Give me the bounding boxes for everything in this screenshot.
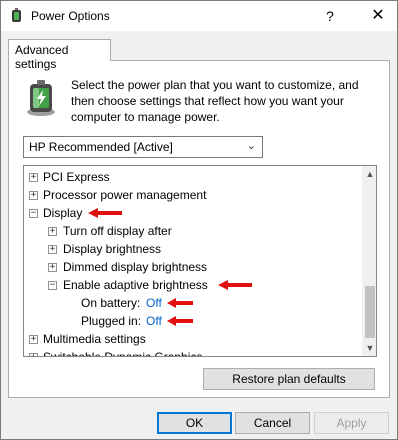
annotation-arrow-icon: [167, 316, 193, 326]
settings-tree: + PCI Express + Processor power manageme…: [23, 165, 377, 357]
apply-button[interactable]: Apply: [314, 412, 389, 434]
collapse-icon[interactable]: −: [48, 281, 57, 290]
tree-item-processor-power[interactable]: + Processor power management: [24, 186, 360, 204]
annotation-arrow-icon: [88, 208, 122, 218]
battery-plan-icon: [27, 80, 55, 116]
tree-item-display-brightness[interactable]: + Display brightness: [24, 240, 360, 258]
collapse-icon[interactable]: −: [29, 209, 38, 218]
restore-plan-defaults-button[interactable]: Restore plan defaults: [203, 368, 375, 390]
expand-icon[interactable]: +: [48, 245, 57, 254]
tree-item-display[interactable]: − Display: [24, 204, 360, 222]
tree-item-adaptive-brightness[interactable]: − Enable adaptive brightness: [24, 276, 360, 294]
expand-icon[interactable]: +: [29, 353, 38, 356]
expand-icon[interactable]: +: [29, 173, 38, 182]
ok-button[interactable]: OK: [157, 412, 232, 434]
annotation-arrow-icon: [218, 280, 252, 290]
tree-item-multimedia-settings[interactable]: + Multimedia settings: [24, 330, 360, 348]
scroll-down-icon[interactable]: ▼: [362, 340, 376, 356]
tree-item-turn-off-display[interactable]: + Turn off display after: [24, 222, 360, 240]
chevron-down-icon: ⌄: [246, 140, 256, 152]
expand-icon[interactable]: +: [29, 191, 38, 200]
on-battery-value-link[interactable]: Off: [146, 294, 162, 312]
help-button[interactable]: ?: [317, 3, 343, 29]
scroll-thumb[interactable]: [365, 286, 375, 338]
window-title: Power Options: [31, 9, 110, 23]
tab-advanced-settings[interactable]: Advanced settings: [8, 39, 111, 71]
title-bar: Power Options ? ✕: [1, 1, 397, 31]
tree-scrollbar[interactable]: ▲ ▼: [362, 166, 376, 356]
power-options-icon: [12, 8, 21, 22]
power-plan-value: HP Recommended [Active]: [29, 140, 173, 154]
tree-item-switchable-graphics[interactable]: + Switchable Dynamic Graphics: [24, 348, 360, 356]
plugged-in-value-link[interactable]: Off: [146, 312, 162, 330]
expand-icon[interactable]: +: [48, 227, 57, 236]
cancel-button[interactable]: Cancel: [235, 412, 310, 434]
close-button[interactable]: ✕: [361, 3, 395, 29]
power-options-window: Power Options ? ✕ Advanced settings Sele…: [0, 0, 398, 440]
setting-plugged-in: Plugged in: Off: [24, 312, 360, 330]
expand-icon[interactable]: +: [29, 335, 38, 344]
scroll-up-icon[interactable]: ▲: [362, 166, 376, 182]
power-plan-select[interactable]: HP Recommended [Active] ⌄: [23, 136, 263, 158]
tree-item-dimmed-display-brightness[interactable]: + Dimmed display brightness: [24, 258, 360, 276]
annotation-arrow-icon: [167, 298, 193, 308]
instruction-text: Select the power plan that you want to c…: [71, 78, 359, 124]
tree-item-pci-express[interactable]: + PCI Express: [24, 168, 360, 186]
setting-on-battery: On battery: Off: [24, 294, 360, 312]
advanced-settings-panel: Select the power plan that you want to c…: [8, 60, 390, 398]
expand-icon[interactable]: +: [48, 263, 57, 272]
